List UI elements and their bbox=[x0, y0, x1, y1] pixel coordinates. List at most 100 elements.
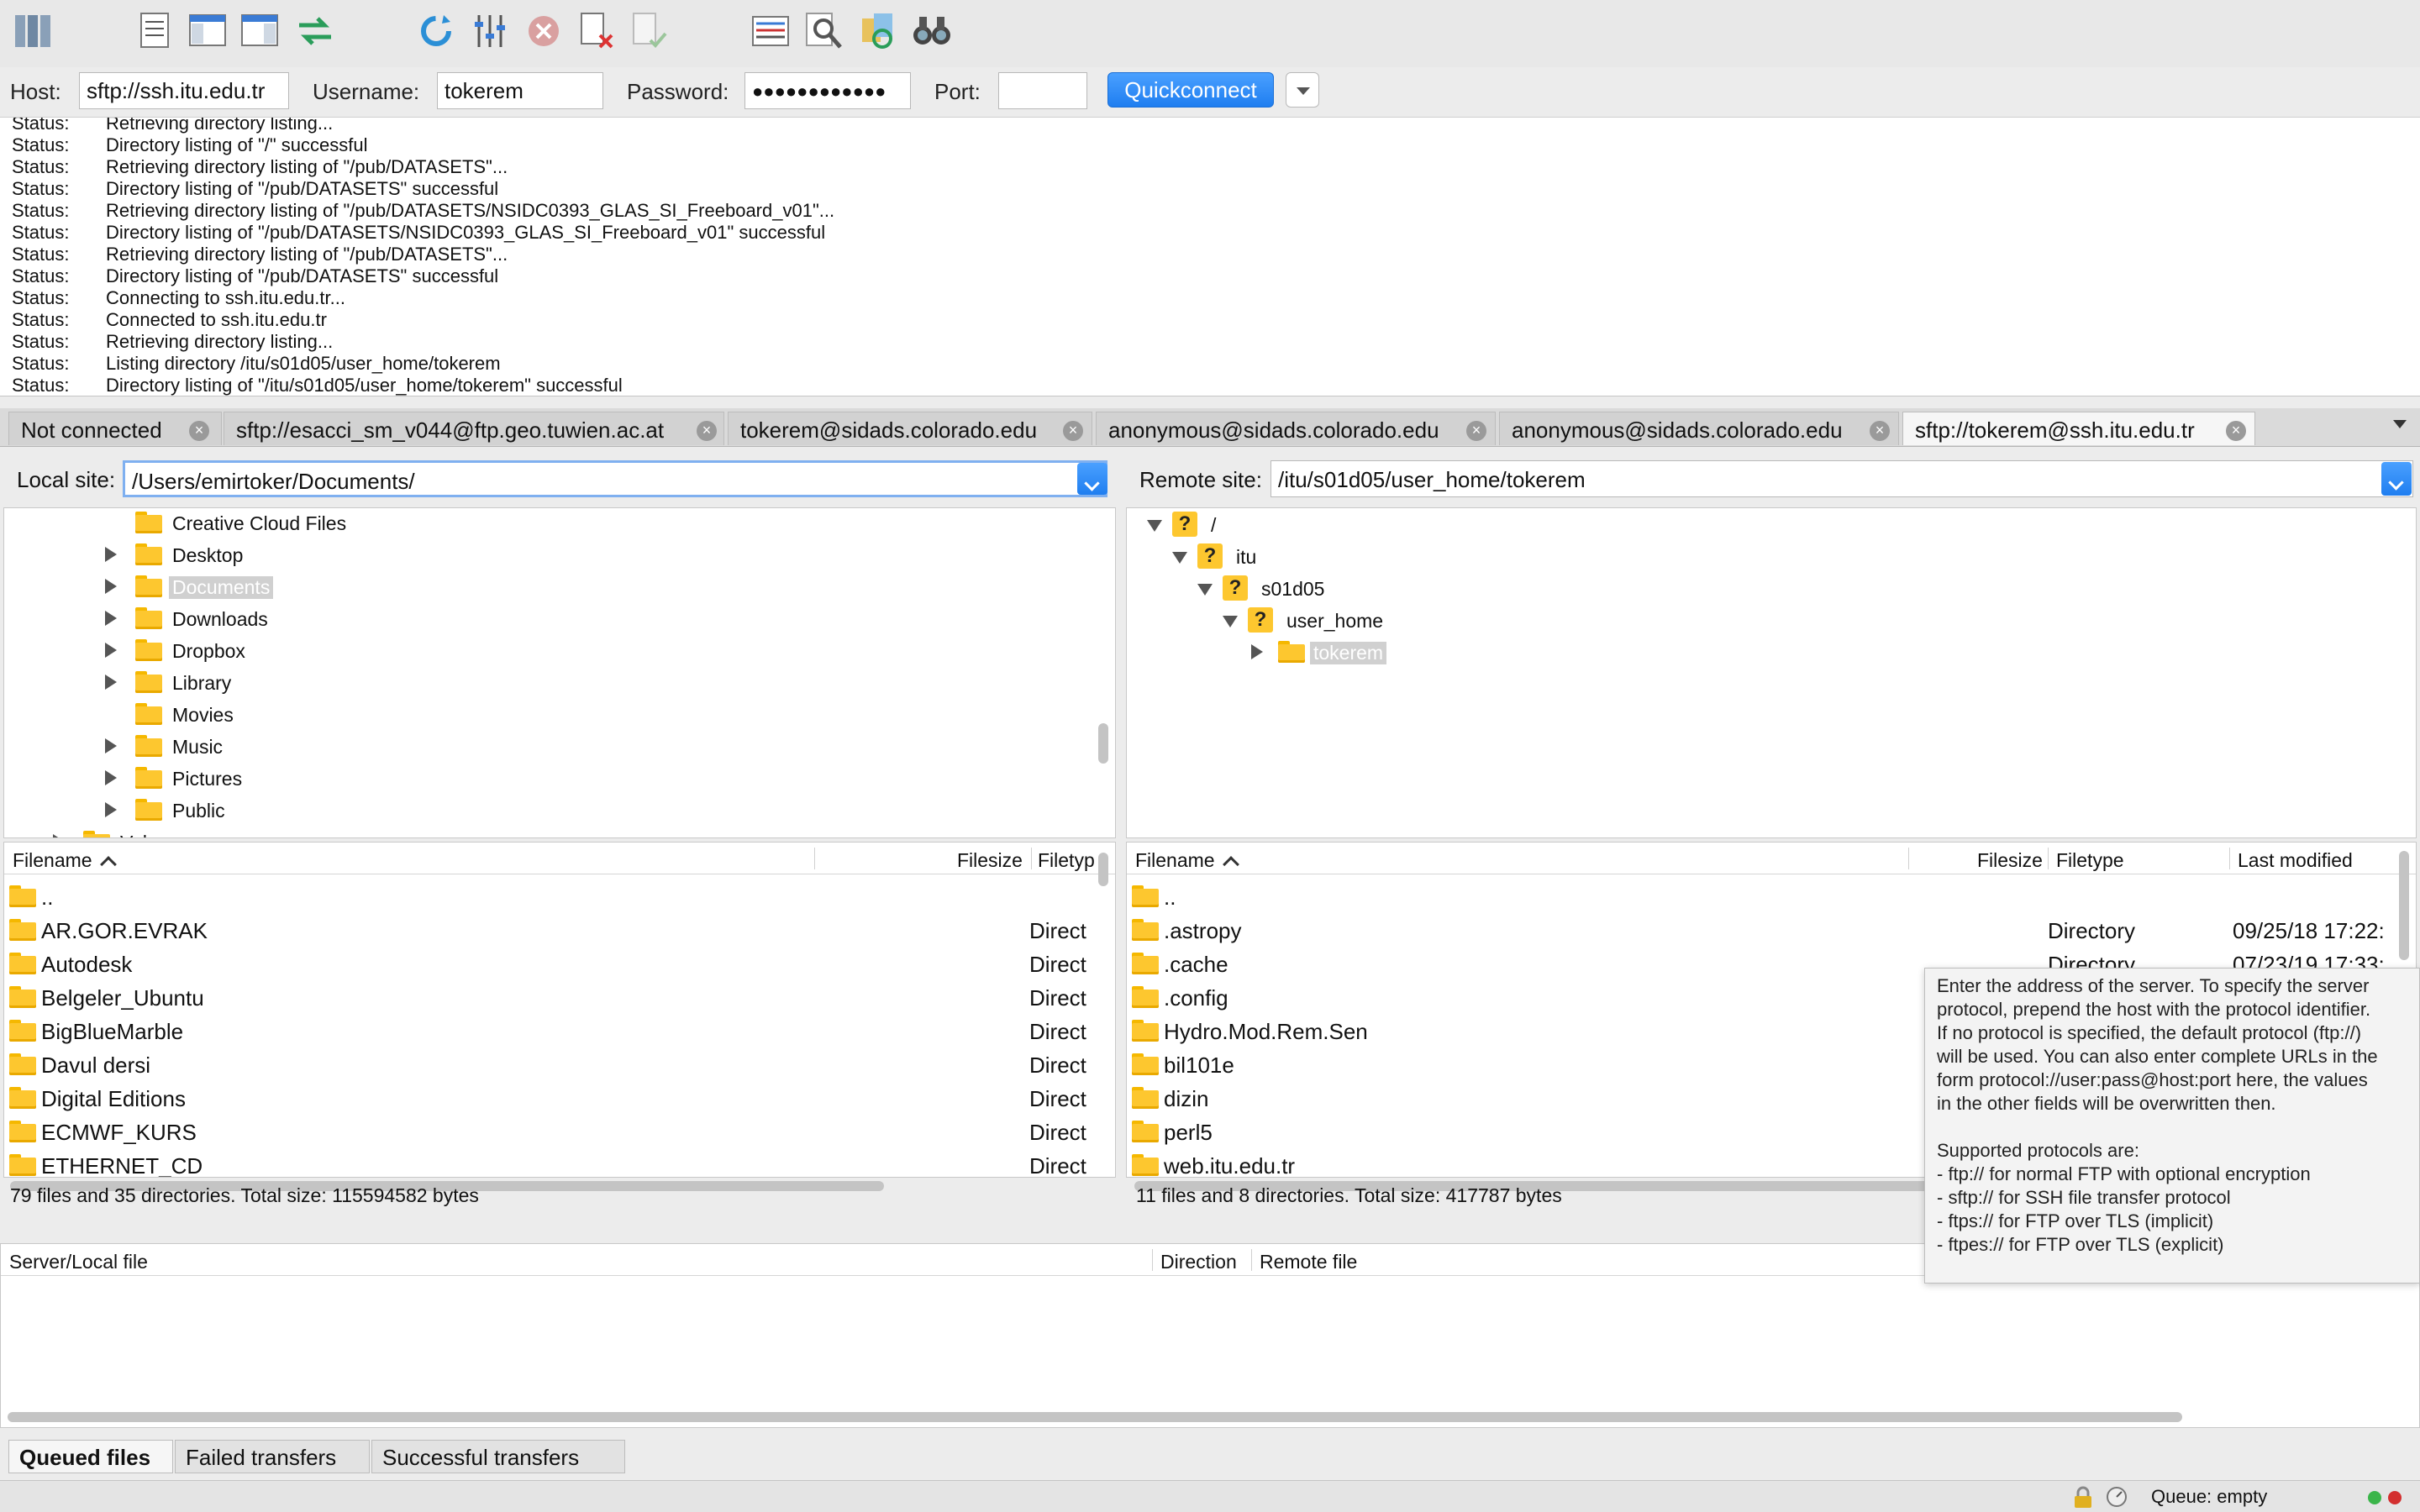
filter-icon[interactable] bbox=[469, 10, 511, 52]
unknown-folder-icon: ? bbox=[1197, 543, 1223, 569]
message-log-icon[interactable] bbox=[134, 10, 176, 52]
quickconnect-history-dropdown[interactable] bbox=[1286, 72, 1319, 108]
column-filesize[interactable]: Filesize bbox=[957, 849, 1023, 872]
column-server-local-file[interactable]: Server/Local file bbox=[9, 1251, 148, 1273]
file-row[interactable]: Davul dersi Direct bbox=[4, 1047, 1115, 1081]
search-icon[interactable] bbox=[803, 10, 845, 52]
column-filetype[interactable]: Filetype bbox=[2056, 849, 2124, 872]
local-directory-tree[interactable]: Creative Cloud Files Desktop Documents D… bbox=[3, 507, 1116, 838]
folder-icon bbox=[135, 575, 162, 597]
tab-queued-files[interactable]: Queued files bbox=[8, 1440, 173, 1473]
cancel-operation-icon[interactable] bbox=[523, 10, 565, 52]
reconnect-icon[interactable] bbox=[627, 10, 669, 52]
folder-icon bbox=[1132, 1087, 1159, 1109]
tab-connection[interactable]: anonymous@sidads.colorado.edu × bbox=[1096, 412, 1496, 445]
file-row[interactable]: BigBlueMarble Direct bbox=[4, 1014, 1115, 1047]
password-input[interactable]: ●●●●●●●●●●●● bbox=[744, 72, 911, 109]
tab-connection[interactable]: anonymous@sidads.colorado.edu × bbox=[1499, 412, 1899, 445]
local-site-path-input[interactable]: /Users/emirtoker/Documents/ bbox=[123, 460, 1107, 497]
folder-icon bbox=[9, 986, 36, 1008]
local-tree-icon[interactable] bbox=[187, 10, 229, 52]
port-input[interactable] bbox=[998, 72, 1087, 109]
folder-icon bbox=[1278, 641, 1305, 663]
tab-connection[interactable]: tokerem@sidads.colorado.edu × bbox=[728, 412, 1092, 445]
file-row[interactable]: Belgeler_Ubuntu Direct bbox=[4, 980, 1115, 1014]
folder-icon bbox=[135, 639, 162, 661]
collapse-arrow-icon[interactable] bbox=[1197, 584, 1213, 596]
expand-arrow-icon[interactable] bbox=[105, 611, 117, 626]
tab-menu-icon[interactable] bbox=[2393, 420, 2407, 428]
column-direction[interactable]: Direction bbox=[1160, 1251, 1237, 1273]
directory-listing-filters-icon[interactable] bbox=[750, 10, 792, 52]
close-icon[interactable]: × bbox=[189, 421, 209, 441]
speed-limit-icon[interactable] bbox=[2106, 1486, 2128, 1512]
file-row[interactable]: .. bbox=[4, 879, 1115, 913]
column-filename[interactable]: Filename bbox=[13, 849, 117, 873]
folder-icon bbox=[1132, 919, 1159, 941]
quickconnect-button[interactable]: Quickconnect bbox=[1107, 72, 1274, 108]
local-file-list[interactable]: Filename Filesize Filetyp .. AR.GOR.EVRA… bbox=[3, 842, 1116, 1178]
local-site-dropdown[interactable] bbox=[1077, 463, 1107, 495]
expand-arrow-icon[interactable] bbox=[105, 675, 117, 690]
folder-icon bbox=[9, 885, 36, 907]
file-row[interactable]: .astropy Directory 09/25/18 17:22: bbox=[1127, 913, 2416, 947]
sort-ascending-icon bbox=[99, 856, 117, 873]
expand-arrow-icon[interactable] bbox=[105, 643, 117, 658]
close-icon[interactable]: × bbox=[1870, 421, 1890, 441]
expand-arrow-icon[interactable] bbox=[105, 738, 117, 753]
close-icon[interactable]: × bbox=[1466, 421, 1486, 441]
close-icon[interactable]: × bbox=[2226, 421, 2246, 441]
file-row[interactable]: Autodesk Direct bbox=[4, 947, 1115, 980]
disconnect-icon[interactable] bbox=[575, 10, 617, 52]
vertical-scrollbar[interactable] bbox=[1098, 723, 1108, 764]
file-row[interactable]: ECMWF_KURS Direct bbox=[4, 1115, 1115, 1148]
collapse-arrow-icon[interactable] bbox=[1172, 552, 1187, 564]
tab-not-connected[interactable]: Not connected × bbox=[8, 412, 222, 445]
folder-icon bbox=[135, 607, 162, 629]
folder-icon bbox=[1132, 1154, 1159, 1176]
file-row[interactable]: ETHERNET_CD Direct bbox=[4, 1148, 1115, 1177]
username-input[interactable]: tokerem bbox=[437, 72, 603, 109]
remote-site-label: Remote site: bbox=[1139, 467, 1262, 492]
close-icon[interactable]: × bbox=[1063, 421, 1083, 441]
column-filesize[interactable]: Filesize bbox=[1977, 849, 2043, 872]
remote-tree-icon[interactable] bbox=[239, 10, 281, 52]
vertical-scrollbar[interactable] bbox=[2399, 851, 2409, 960]
expand-arrow-icon[interactable] bbox=[53, 834, 65, 837]
collapse-arrow-icon[interactable] bbox=[1147, 520, 1162, 532]
column-filename[interactable]: Filename bbox=[1135, 849, 1239, 873]
tab-connection[interactable]: sftp://esacci_sm_v044@ftp.geo.tuwien.ac.… bbox=[224, 412, 724, 445]
refresh-icon[interactable] bbox=[415, 10, 457, 52]
message-log[interactable]: Status: Retrieving directory listing... S… bbox=[0, 118, 2420, 396]
host-input[interactable]: sftp://ssh.itu.edu.tr bbox=[79, 72, 289, 109]
remote-site-path-input[interactable]: /itu/s01d05/user_home/tokerem bbox=[1270, 460, 2413, 497]
column-filetype[interactable]: Filetyp bbox=[1038, 849, 1095, 872]
remote-site-dropdown[interactable] bbox=[2381, 462, 2412, 496]
folder-icon bbox=[9, 1087, 36, 1109]
site-manager-icon[interactable] bbox=[12, 10, 54, 52]
tab-connection-active[interactable]: sftp://tokerem@ssh.itu.edu.tr × bbox=[1902, 412, 2255, 445]
expand-arrow-icon[interactable] bbox=[105, 802, 117, 817]
column-remote-file[interactable]: Remote file bbox=[1260, 1251, 1357, 1273]
file-row[interactable]: AR.GOR.EVRAK Direct bbox=[4, 913, 1115, 947]
expand-arrow-icon[interactable] bbox=[1251, 644, 1263, 659]
expand-arrow-icon[interactable] bbox=[105, 579, 117, 594]
transfer-queue-icon[interactable] bbox=[294, 10, 336, 52]
expand-arrow-icon[interactable] bbox=[105, 547, 117, 562]
tab-failed-transfers[interactable]: Failed transfers bbox=[175, 1440, 370, 1473]
column-last-modified[interactable]: Last modified bbox=[2238, 849, 2353, 872]
file-row[interactable]: .. bbox=[1127, 879, 2416, 913]
file-row[interactable]: Digital Editions Direct bbox=[4, 1081, 1115, 1115]
tab-successful-transfers[interactable]: Successful transfers bbox=[371, 1440, 625, 1473]
expand-arrow-icon[interactable] bbox=[105, 770, 117, 785]
horizontal-scrollbar[interactable] bbox=[8, 1412, 2182, 1422]
collapse-arrow-icon[interactable] bbox=[1223, 616, 1238, 627]
queue-status-text: Queue: empty bbox=[2151, 1486, 2268, 1507]
binoculars-icon[interactable] bbox=[911, 10, 953, 52]
remote-directory-tree[interactable]: ? / ? itu ? s01d05 ? user_home tokerem bbox=[1126, 507, 2417, 838]
sync-browsing-icon[interactable] bbox=[857, 10, 899, 52]
remote-file-list-header: Filename Filesize Filetype Last modified bbox=[1127, 843, 2416, 874]
vertical-scrollbar[interactable] bbox=[1098, 853, 1108, 886]
quickconnect-bar: Host: sftp://ssh.itu.edu.tr Username: to… bbox=[0, 67, 2420, 118]
close-icon[interactable]: × bbox=[697, 421, 717, 441]
